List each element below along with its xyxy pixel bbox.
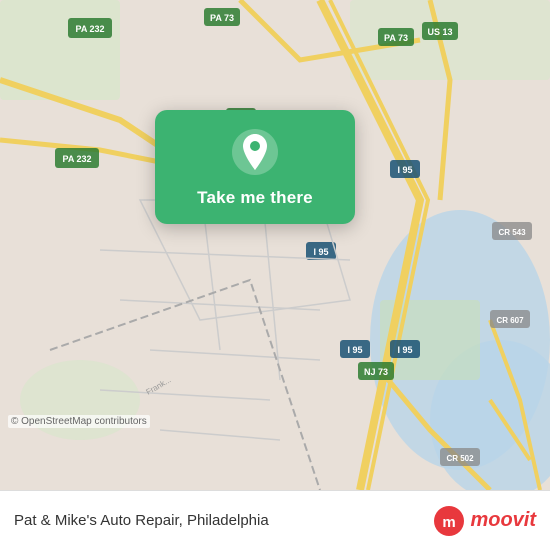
place-name: Pat & Mike's Auto Repair, Philadelphia <box>14 512 433 529</box>
svg-text:PA 232: PA 232 <box>62 154 91 164</box>
moovit-logo: m moovit <box>433 505 536 537</box>
svg-text:I 95: I 95 <box>313 247 328 257</box>
svg-text:I 95: I 95 <box>397 165 412 175</box>
navigation-card[interactable]: Take me there <box>155 110 355 224</box>
osm-attribution: © OpenStreetMap contributors <box>8 415 150 428</box>
take-me-there-label: Take me there <box>197 188 313 208</box>
map-container: I 95 I 95 I 95 I 95 PA 232 PA 232 PA 73 … <box>0 0 550 490</box>
svg-text:PA 73: PA 73 <box>210 13 234 23</box>
moovit-text: moovit <box>470 509 536 532</box>
moovit-brand-icon: m <box>433 505 465 537</box>
location-pin-icon <box>231 128 279 176</box>
svg-text:CR 502: CR 502 <box>446 454 474 463</box>
svg-text:I 95: I 95 <box>347 345 362 355</box>
svg-text:m: m <box>443 514 456 531</box>
svg-text:PA 73: PA 73 <box>384 33 408 43</box>
bottom-bar: Pat & Mike's Auto Repair, Philadelphia m… <box>0 490 550 550</box>
svg-text:CR 543: CR 543 <box>498 228 526 237</box>
svg-text:US 13: US 13 <box>427 27 452 37</box>
svg-text:I 95: I 95 <box>397 345 412 355</box>
svg-text:PA 232: PA 232 <box>75 24 104 34</box>
svg-text:NJ 73: NJ 73 <box>364 367 388 377</box>
svg-text:CR 607: CR 607 <box>496 316 524 325</box>
